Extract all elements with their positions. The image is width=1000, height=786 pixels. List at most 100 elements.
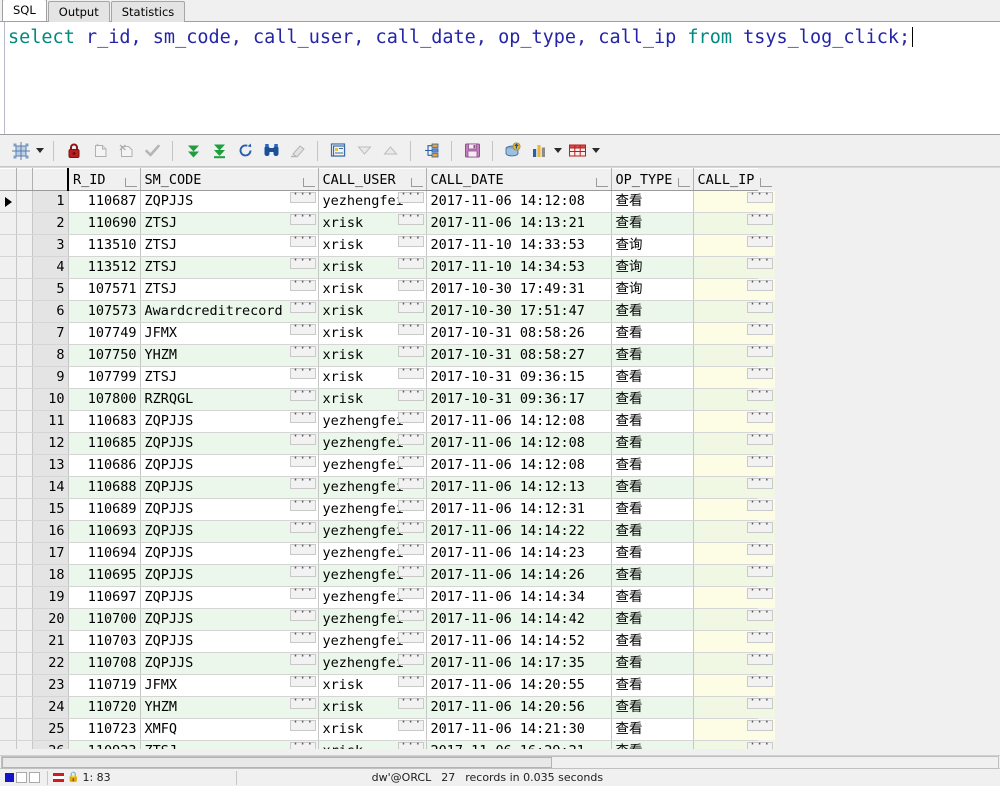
memo-ellipsis-icon[interactable]: ··· — [397, 301, 424, 313]
row-select-cell[interactable] — [16, 674, 33, 697]
cell-op_type[interactable]: 查看 — [611, 630, 694, 653]
memo-ellipsis-icon[interactable]: ··· — [289, 367, 316, 379]
cell-call_user[interactable]: xrisk ··· — [318, 234, 427, 257]
row-marker-cell[interactable] — [0, 366, 17, 389]
cell-call_date[interactable]: 2017-11-06 14:14:42 — [426, 608, 612, 631]
memo-ellipsis-icon[interactable]: ··· — [746, 499, 773, 511]
table-row[interactable]: 18 110695 ZQPJJS ··· yezhengfei ··· 2017-11-06… — [0, 564, 776, 587]
memo-ellipsis-icon[interactable]: ··· — [289, 631, 316, 643]
cell-call_user[interactable]: yezhengfei ··· — [318, 608, 427, 631]
cell-r_id[interactable]: 110719 — [68, 674, 141, 697]
memo-ellipsis-icon[interactable]: ··· — [289, 191, 316, 203]
row-marker-cell[interactable] — [0, 652, 17, 675]
cell-call_user[interactable]: xrisk ··· — [318, 344, 427, 367]
memo-ellipsis-icon[interactable]: ··· — [397, 433, 424, 445]
memo-ellipsis-icon[interactable]: ··· — [289, 345, 316, 357]
cell-sm_code[interactable]: YHZM ··· — [140, 344, 319, 367]
memo-ellipsis-icon[interactable]: ··· — [289, 521, 316, 533]
memo-ellipsis-icon[interactable]: ··· — [289, 323, 316, 335]
row-marker-cell[interactable] — [0, 564, 17, 587]
cell-sm_code[interactable]: XMFQ ··· — [140, 718, 319, 741]
cell-op_type[interactable]: 查看 — [611, 564, 694, 587]
header-op-type[interactable]: OP_TYPE — [611, 168, 694, 191]
memo-ellipsis-icon[interactable]: ··· — [746, 565, 773, 577]
cell-call_ip[interactable]: ··· — [693, 300, 776, 323]
row-select-cell[interactable] — [16, 278, 33, 301]
row-marker-cell[interactable] — [0, 300, 17, 323]
header-r-id[interactable]: R_ID — [68, 168, 141, 191]
cell-call_ip[interactable]: ··· — [693, 256, 776, 279]
row-marker-cell[interactable] — [0, 718, 17, 741]
row-select-cell[interactable] — [16, 454, 33, 477]
cell-r_id[interactable]: 107573 — [68, 300, 141, 323]
cell-call_ip[interactable]: ··· — [693, 696, 776, 719]
cell-call_user[interactable]: yezhengfei ··· — [318, 432, 427, 455]
chart-icon[interactable] — [528, 140, 550, 162]
cell-call_date[interactable]: 2017-11-06 14:21:30 — [426, 718, 612, 741]
cell-sm_code[interactable]: ZTSJ ··· — [140, 278, 319, 301]
cell-call_date[interactable]: 2017-11-06 14:12:31 — [426, 498, 612, 521]
memo-ellipsis-icon[interactable]: ··· — [746, 455, 773, 467]
column-resize-grip[interactable] — [759, 178, 772, 187]
cell-call_user[interactable]: xrisk ··· — [318, 366, 427, 389]
cell-op_type[interactable]: 查看 — [611, 696, 694, 719]
cell-call_user[interactable]: xrisk ··· — [318, 674, 427, 697]
memo-ellipsis-icon[interactable]: ··· — [289, 235, 316, 247]
cell-call_user[interactable]: xrisk ··· — [318, 256, 427, 279]
cell-op_type[interactable]: 查看 — [611, 432, 694, 455]
memo-ellipsis-icon[interactable]: ··· — [289, 609, 316, 621]
table-row[interactable]: 5 107571 ZTSJ ··· xrisk ··· 2017-10-30 17:49:3… — [0, 278, 776, 301]
cell-call_user[interactable]: yezhengfei ··· — [318, 564, 427, 587]
lock-icon[interactable] — [63, 140, 85, 162]
cell-r_id[interactable]: 107799 — [68, 366, 141, 389]
memo-ellipsis-icon[interactable]: ··· — [746, 719, 773, 731]
memo-ellipsis-icon[interactable]: ··· — [289, 565, 316, 577]
cell-call_date[interactable]: 2017-11-06 14:12:08 — [426, 190, 612, 213]
fetch-last-page-icon[interactable] — [208, 140, 230, 162]
next-record-icon[interactable] — [353, 140, 375, 162]
table-row[interactable]: 23 110719 JFMX ··· xrisk ··· 2017-11-06 14:20:… — [0, 674, 776, 697]
row-select-cell[interactable] — [16, 718, 33, 741]
delete-record-icon[interactable] — [115, 140, 137, 162]
cell-call_ip[interactable]: ··· — [693, 652, 776, 675]
cell-r_id[interactable]: 110694 — [68, 542, 141, 565]
cell-call_ip[interactable]: ··· — [693, 542, 776, 565]
memo-ellipsis-icon[interactable]: ··· — [746, 521, 773, 533]
table-row[interactable]: 8 107750 YHZM ··· xrisk ··· 2017-10-31 08:58:2… — [0, 344, 776, 367]
cell-call_user[interactable]: yezhengfei ··· — [318, 476, 427, 499]
row-marker-cell[interactable] — [0, 256, 17, 279]
row-marker-cell[interactable] — [0, 696, 17, 719]
cell-call_date[interactable]: 2017-10-31 08:58:27 — [426, 344, 612, 367]
scrollbar-track[interactable] — [1, 755, 999, 769]
cell-op_type[interactable]: 查看 — [611, 410, 694, 433]
row-marker-cell[interactable] — [0, 388, 17, 411]
cell-op_type[interactable]: 查看 — [611, 366, 694, 389]
memo-ellipsis-icon[interactable]: ··· — [397, 587, 424, 599]
cell-call_ip[interactable]: ··· — [693, 608, 776, 631]
memo-ellipsis-icon[interactable]: ··· — [289, 455, 316, 467]
memo-ellipsis-icon[interactable]: ··· — [746, 191, 773, 203]
table-row[interactable]: 7 107749 JFMX ··· xrisk ··· 2017-10-31 08:58:2… — [0, 322, 776, 345]
grid-layout-dropdown-icon[interactable] — [34, 140, 46, 162]
row-select-cell[interactable] — [16, 366, 33, 389]
row-marker-cell[interactable] — [0, 432, 17, 455]
cell-r_id[interactable]: 113512 — [68, 256, 141, 279]
memo-ellipsis-icon[interactable]: ··· — [397, 235, 424, 247]
memo-ellipsis-icon[interactable]: ··· — [746, 301, 773, 313]
memo-ellipsis-icon[interactable]: ··· — [397, 191, 424, 203]
memo-ellipsis-icon[interactable]: ··· — [397, 719, 424, 731]
cell-sm_code[interactable]: JFMX ··· — [140, 674, 319, 697]
row-marker-cell[interactable] — [0, 542, 17, 565]
cell-op_type[interactable]: 查看 — [611, 190, 694, 213]
table-row[interactable]: 4 113512 ZTSJ ··· xrisk ··· 2017-11-10 14:34:5… — [0, 256, 776, 279]
save-icon[interactable] — [461, 140, 483, 162]
chart-dropdown-icon[interactable] — [552, 140, 564, 162]
cell-op_type[interactable]: 查看 — [611, 344, 694, 367]
row-select-cell[interactable] — [16, 300, 33, 323]
table-grid-dropdown-icon[interactable] — [590, 140, 602, 162]
memo-ellipsis-icon[interactable]: ··· — [397, 389, 424, 401]
row-marker-cell[interactable] — [0, 344, 17, 367]
cell-call_date[interactable]: 2017-11-10 14:33:53 — [426, 234, 612, 257]
tab-output[interactable]: Output — [47, 1, 110, 22]
table-row[interactable]: 15 110689 ZQPJJS ··· yezhengfei ··· 2017-11-06… — [0, 498, 776, 521]
